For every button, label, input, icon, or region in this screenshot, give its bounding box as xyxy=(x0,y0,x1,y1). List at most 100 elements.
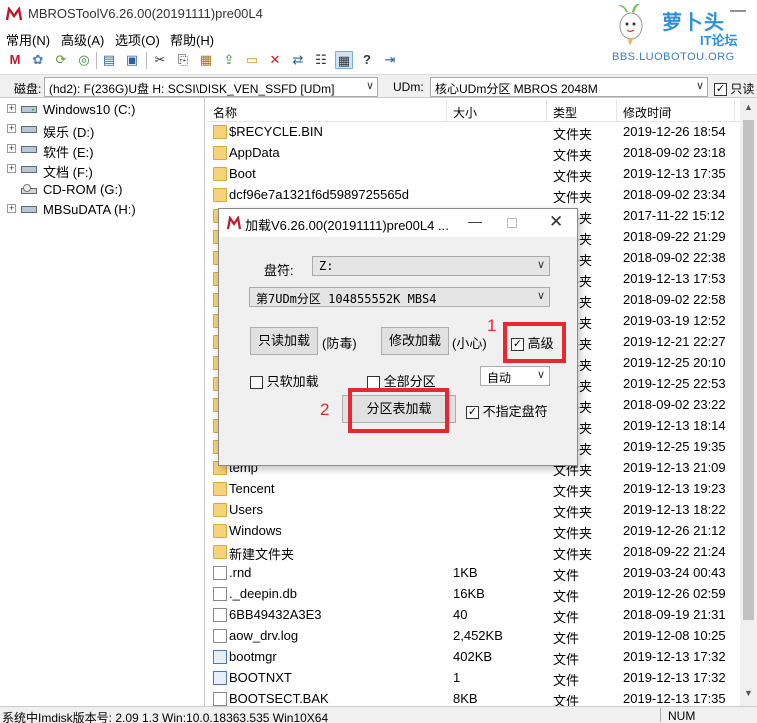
dialog-close-button[interactable]: ✕ xyxy=(549,212,563,232)
tree-item-drive[interactable]: CD-ROM (G:) xyxy=(0,180,205,200)
column-divider[interactable] xyxy=(546,100,547,122)
tree-item-drive[interactable]: + Windows10 (C:) xyxy=(0,100,205,120)
upload-icon[interactable]: ⇪ xyxy=(220,51,238,69)
mode-select[interactable]: 自动 ∨ xyxy=(480,366,550,386)
file-row[interactable]: BOOTNXT 1 文件 2019-12-13 17:32 xyxy=(207,668,740,689)
menu-options[interactable]: 选项(O) xyxy=(115,30,160,49)
disk-select[interactable]: (hd2): F(236G)U盘 H: SCSI\DISK_VEN_SSFD [… xyxy=(44,77,378,97)
file-row[interactable]: Windows 文件夹 2019-12-26 21:12 xyxy=(207,521,740,542)
file-row[interactable]: aow_drv.log 2,452KB 文件 2019-12-08 10:25 xyxy=(207,626,740,647)
udm-select[interactable]: 核心UDm分区 MBROS 2048M ∨ xyxy=(430,77,708,97)
logo-text-sub: IT论坛 xyxy=(700,33,738,48)
help-icon[interactable]: ? xyxy=(358,51,376,69)
menu-advanced[interactable]: 高级(A) xyxy=(61,30,104,49)
list-view-icon[interactable]: ▤ xyxy=(100,51,118,69)
expand-plus-icon[interactable]: + xyxy=(7,124,16,133)
tree-item-drive[interactable]: + 娱乐 (D:) xyxy=(0,120,205,140)
app-icon xyxy=(6,7,22,21)
file-row[interactable]: ._deepin.db 16KB 文件 2019-12-26 02:59 xyxy=(207,584,740,605)
dialog-title-bar[interactable]: 加载V6.26.00(20191111)pre00L4 ... — ✕ xyxy=(219,209,577,237)
file-row[interactable]: $RECYCLE.BIN 文件夹 2019-12-26 18:54 xyxy=(207,122,740,143)
column-header-size[interactable]: 大小 xyxy=(453,104,477,121)
column-header-date[interactable]: 修改时间 xyxy=(623,104,671,121)
exit-icon[interactable]: ⇥ xyxy=(381,51,399,69)
disk-select-value: (hd2): F(236G)U盘 H: SCSI\DISK_VEN_SSFD [… xyxy=(49,82,335,96)
column-header-name[interactable]: 名称 xyxy=(213,104,237,121)
file-name: dcf96e7a1321f6d5989725565d xyxy=(229,187,410,202)
dialog-maximize-button[interactable] xyxy=(507,218,517,228)
file-row[interactable]: .rnd 1KB 文件 2019-03-24 00:43 xyxy=(207,563,740,584)
file-row[interactable]: dcf96e7a1321f6d5989725565d 文件夹 2018-09-02 … xyxy=(207,185,740,206)
readonly-checkbox[interactable]: ✓ 只读 xyxy=(714,80,754,97)
new-folder-icon[interactable]: ▭ xyxy=(243,51,261,69)
file-date: 2019-12-13 21:09 xyxy=(623,460,726,475)
scroll-down-arrow-icon[interactable]: ▼ xyxy=(744,688,753,698)
tree-item-label: 文档 (F:) xyxy=(43,165,93,180)
file-date: 2019-12-26 21:12 xyxy=(623,523,726,538)
vertical-scrollbar[interactable]: ▲ ▼ xyxy=(740,98,757,706)
window-icon[interactable]: ▣ xyxy=(123,51,141,69)
refresh-icon[interactable]: ⟳ xyxy=(52,51,70,69)
tree-item-drive[interactable]: + 文档 (F:) xyxy=(0,160,205,180)
drive-tree: + Windows10 (C:) + 娱乐 (D:) + 软件 (E:) + 文… xyxy=(0,98,205,706)
file-type: 文件 xyxy=(553,589,580,604)
expand-plus-icon[interactable]: + xyxy=(7,144,16,153)
tree-item-drive[interactable]: + MBSuDATA (H:) xyxy=(0,200,205,220)
file-date: 2019-12-13 17:35 xyxy=(623,166,726,181)
scroll-up-arrow-icon[interactable]: ▲ xyxy=(744,102,753,112)
cut-icon[interactable]: ✂ xyxy=(151,51,169,69)
column-header-type[interactable]: 类型 xyxy=(553,104,577,121)
menu-help[interactable]: 帮助(H) xyxy=(170,30,214,49)
file-row[interactable]: AppData 文件夹 2018-09-02 23:18 xyxy=(207,143,740,164)
file-row[interactable]: Tencent 文件夹 2019-12-13 19:23 xyxy=(207,479,740,500)
status-info: 系统中Imdisk版本号: 2.09 1.3 Win:10.0.18363.53… xyxy=(2,711,329,723)
all-partitions-label: 全部分区 xyxy=(383,374,436,389)
menu-common[interactable]: 常用(N) xyxy=(6,30,50,49)
file-date: 2019-12-08 10:25 xyxy=(623,628,726,643)
annotation-number-1: 1 xyxy=(487,316,497,335)
column-divider[interactable] xyxy=(734,100,735,122)
app-logo-icon[interactable]: M xyxy=(6,51,24,69)
file-type: 文件夹 xyxy=(553,148,593,163)
status-bar: 系统中Imdisk版本号: 2.09 1.3 Win:10.0.18363.53… xyxy=(0,706,757,723)
highlight-box-advanced xyxy=(503,322,566,363)
globe-icon[interactable]: ◎ xyxy=(75,51,93,69)
file-icon xyxy=(213,692,227,706)
copy-icon[interactable]: ⎘ xyxy=(174,51,192,69)
dialog-minimize-button[interactable]: — xyxy=(468,213,482,229)
soft-load-checkbox[interactable]: 只软加载 xyxy=(250,371,319,390)
column-divider[interactable] xyxy=(616,100,617,122)
column-divider[interactable] xyxy=(446,100,447,122)
expand-plus-icon[interactable]: + xyxy=(7,164,16,173)
modify-load-button[interactable]: 修改加载 xyxy=(381,327,449,355)
partition-select[interactable]: 第7UDm分区 104855552K MBS4 ∨ xyxy=(249,287,550,307)
file-icon xyxy=(213,629,227,643)
settings-gear-icon[interactable]: ✿ xyxy=(29,51,47,69)
grid-view-icon[interactable]: ▦ xyxy=(335,51,353,69)
file-date: 2018-09-02 23:22 xyxy=(623,397,726,412)
file-date: 2018-09-02 22:38 xyxy=(623,250,726,265)
minimize-button[interactable]: — xyxy=(730,3,746,22)
tree-item-drive[interactable]: + 软件 (E:) xyxy=(0,140,205,160)
delete-icon[interactable]: ✕ xyxy=(266,51,284,69)
drive-bar: 磁盘: (hd2): F(236G)U盘 H: SCSI\DISK_VEN_SS… xyxy=(0,74,757,98)
file-row[interactable]: 6BB49432A3E3 40 文件 2018-09-19 21:31 xyxy=(207,605,740,626)
move-icon[interactable]: ⇄ xyxy=(289,51,307,69)
file-date: 2019-12-21 22:27 xyxy=(623,334,726,349)
readonly-load-button[interactable]: 只读加载 xyxy=(250,327,318,355)
expand-plus-icon[interactable]: + xyxy=(7,204,16,213)
paste-icon[interactable]: ▦ xyxy=(197,51,215,69)
file-row[interactable]: Users 文件夹 2019-12-13 18:22 xyxy=(207,500,740,521)
file-row[interactable]: 新建文件夹 文件夹 2018-09-22 21:24 xyxy=(207,542,740,563)
details-view-icon[interactable]: ☷ xyxy=(312,51,330,69)
disk-label: 磁盘: xyxy=(14,82,42,96)
scroll-thumb[interactable] xyxy=(743,120,754,620)
checkbox-unchecked-icon xyxy=(250,376,263,390)
file-name: .rnd xyxy=(229,565,252,580)
drive-letter-select[interactable]: Z: ∨ xyxy=(312,256,550,276)
folder-icon xyxy=(213,545,227,559)
expand-plus-icon[interactable]: + xyxy=(7,104,16,113)
no-drive-letter-checkbox[interactable]: ✓ 不指定盘符 xyxy=(466,401,548,420)
file-row[interactable]: Boot 文件夹 2019-12-13 17:35 xyxy=(207,164,740,185)
file-row[interactable]: bootmgr 402KB 文件 2019-12-13 17:32 xyxy=(207,647,740,668)
